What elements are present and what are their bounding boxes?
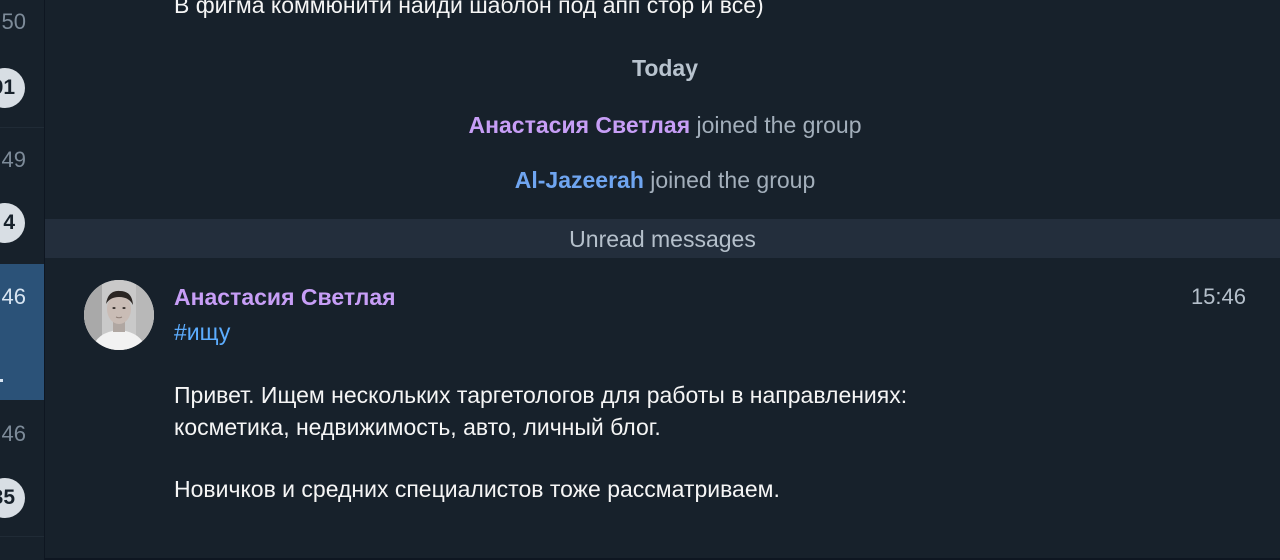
service-text: joined the group: [650, 167, 816, 193]
service-message: Анастасия Светлая joined the group: [45, 112, 1280, 139]
message-text-line: косметика, недвижимость, авто, личный бл…: [174, 414, 661, 440]
message-sender-name[interactable]: Анастасия Светлая: [174, 284, 396, 311]
message[interactable]: Анастасия Светлая 15:46 #ищу Привет. Ище…: [45, 258, 1280, 558]
chat-area: В фигма коммюнити найди шаблон под апп с…: [45, 0, 1280, 560]
chat-time: 46: [1, 421, 26, 446]
chat-preview-fragment: [0, 379, 3, 382]
service-user-name[interactable]: Al-Jazeerah: [515, 167, 644, 193]
unread-badge: 91: [0, 68, 25, 108]
previous-message-text: В фигма коммюнити найди шаблон под апп с…: [174, 0, 764, 18]
message-text-line: Новичков и средних специалистов тоже рас…: [174, 476, 780, 502]
chat-time: 46: [1, 284, 26, 309]
telegram-window: 50 91 49 4 46 46 35 В фигма коммюнити на…: [0, 0, 1280, 560]
chat-time: 50: [1, 9, 26, 34]
service-message: Al-Jazeerah joined the group: [45, 167, 1280, 194]
chat-list[interactable]: 50 91 49 4 46 46 35: [0, 0, 45, 560]
avatar[interactable]: [84, 280, 154, 350]
chat-list-item[interactable]: 49 4: [0, 128, 44, 265]
chat-time: 49: [1, 147, 26, 172]
message-time: 15:46: [1190, 284, 1246, 309]
service-text: joined the group: [696, 112, 862, 138]
chat-list-item[interactable]: 46 35: [0, 400, 44, 537]
message-history[interactable]: В фигма коммюнити найди шаблон под апп с…: [45, 0, 1280, 558]
message-text-line: Привет. Ищем нескольких таргетологов для…: [174, 382, 908, 408]
avatar-photo: [84, 280, 154, 350]
unread-badge: 35: [0, 478, 25, 518]
unread-badge: 4: [0, 203, 25, 243]
date-separator: Today: [631, 55, 699, 81]
unread-messages-bar: Unread messages: [45, 219, 1280, 258]
hashtag-link[interactable]: #ищу: [174, 319, 230, 346]
service-user-name[interactable]: Анастасия Светлая: [469, 112, 691, 138]
chat-list-item-active[interactable]: 46: [0, 264, 44, 400]
chat-list-item[interactable]: 50 91: [0, 0, 44, 128]
